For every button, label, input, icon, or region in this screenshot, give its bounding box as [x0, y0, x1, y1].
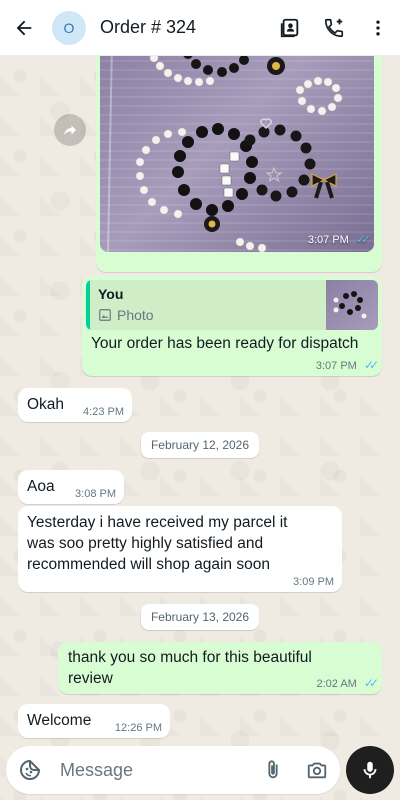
incoming-message[interactable]: Okah 4:23 PM [18, 388, 132, 422]
sticker-button[interactable] [8, 746, 52, 794]
message-time: 3:09 PM [293, 576, 334, 588]
message-text: Yesterday i have received my parcel it w… [27, 514, 288, 573]
message-time: 2:02 AM [316, 678, 357, 690]
quote-type: Photo [117, 307, 154, 323]
camera-icon [307, 762, 327, 779]
more-vert-icon [376, 20, 380, 35]
read-ticks-icon: ✓✓ [363, 358, 379, 372]
more-options-button[interactable] [356, 0, 400, 56]
quote-bar [86, 280, 90, 330]
message-text: Aoa [27, 478, 55, 495]
contact-card-button[interactable] [268, 0, 312, 56]
attach-button[interactable] [252, 746, 294, 794]
message-text: Okah [27, 396, 65, 413]
message-composer [6, 746, 340, 794]
date-separator: February 12, 2026 [140, 432, 260, 458]
photo-message[interactable]: 3:07 PM ✓✓ [96, 40, 382, 272]
message-text: Your order has been ready for dispatch [91, 335, 359, 352]
outgoing-message[interactable]: thank you so much for this beautiful rev… [58, 642, 382, 694]
add-call-icon [324, 18, 344, 37]
attach-icon [268, 760, 278, 779]
quote-thumbnail [326, 280, 378, 330]
sticker-icon [20, 759, 41, 780]
avatar[interactable]: O [52, 10, 86, 45]
incoming-message[interactable]: Aoa 3:08 PM [18, 470, 124, 504]
photo-thumbnail[interactable]: 3:07 PM ✓✓ [100, 44, 374, 252]
chat-title[interactable]: Order # 324 [100, 17, 268, 38]
incoming-message[interactable]: Yesterday i have received my parcel it w… [18, 506, 342, 592]
date-separator: February 13, 2026 [140, 604, 260, 630]
back-button[interactable] [0, 0, 48, 56]
read-ticks-icon: ✓✓ [355, 232, 371, 246]
read-ticks-icon: ✓✓ [363, 676, 379, 690]
camera-button[interactable] [296, 746, 338, 794]
forward-icon [64, 125, 76, 136]
contact-card-icon [280, 18, 299, 37]
quote-type-row: Photo [98, 307, 154, 323]
message-meta: 3:07 PM ✓✓ [315, 358, 379, 372]
image-icon [99, 309, 111, 321]
chat-header: O Order # 324 [0, 0, 400, 56]
message-time: 3:07 PM [315, 360, 357, 372]
incoming-message[interactable]: Welcome 12:26 PM [18, 704, 170, 738]
message-meta: 2:02 AM ✓✓ [316, 676, 379, 690]
message-input[interactable] [60, 759, 250, 781]
message-text: Welcome [27, 712, 92, 729]
message-meta: 3:07 PM ✓✓ [307, 232, 371, 246]
message-time: 12:26 PM [114, 722, 162, 734]
reply-message[interactable]: You Photo Your order has been ready for … [82, 276, 382, 376]
mic-button[interactable] [346, 746, 394, 794]
mic-icon [363, 761, 377, 779]
quoted-message[interactable]: You Photo [86, 280, 378, 330]
message-time: 3:08 PM [75, 488, 116, 500]
back-arrow-icon [16, 20, 32, 35]
message-text: thank you so much for this beautiful rev… [68, 649, 312, 687]
add-call-button[interactable] [312, 0, 356, 56]
message-time: 4:23 PM [83, 406, 124, 418]
bracelets-photo [100, 44, 374, 252]
message-time: 3:07 PM [307, 234, 349, 246]
forward-button[interactable] [54, 114, 86, 146]
quote-author: You [98, 286, 124, 302]
